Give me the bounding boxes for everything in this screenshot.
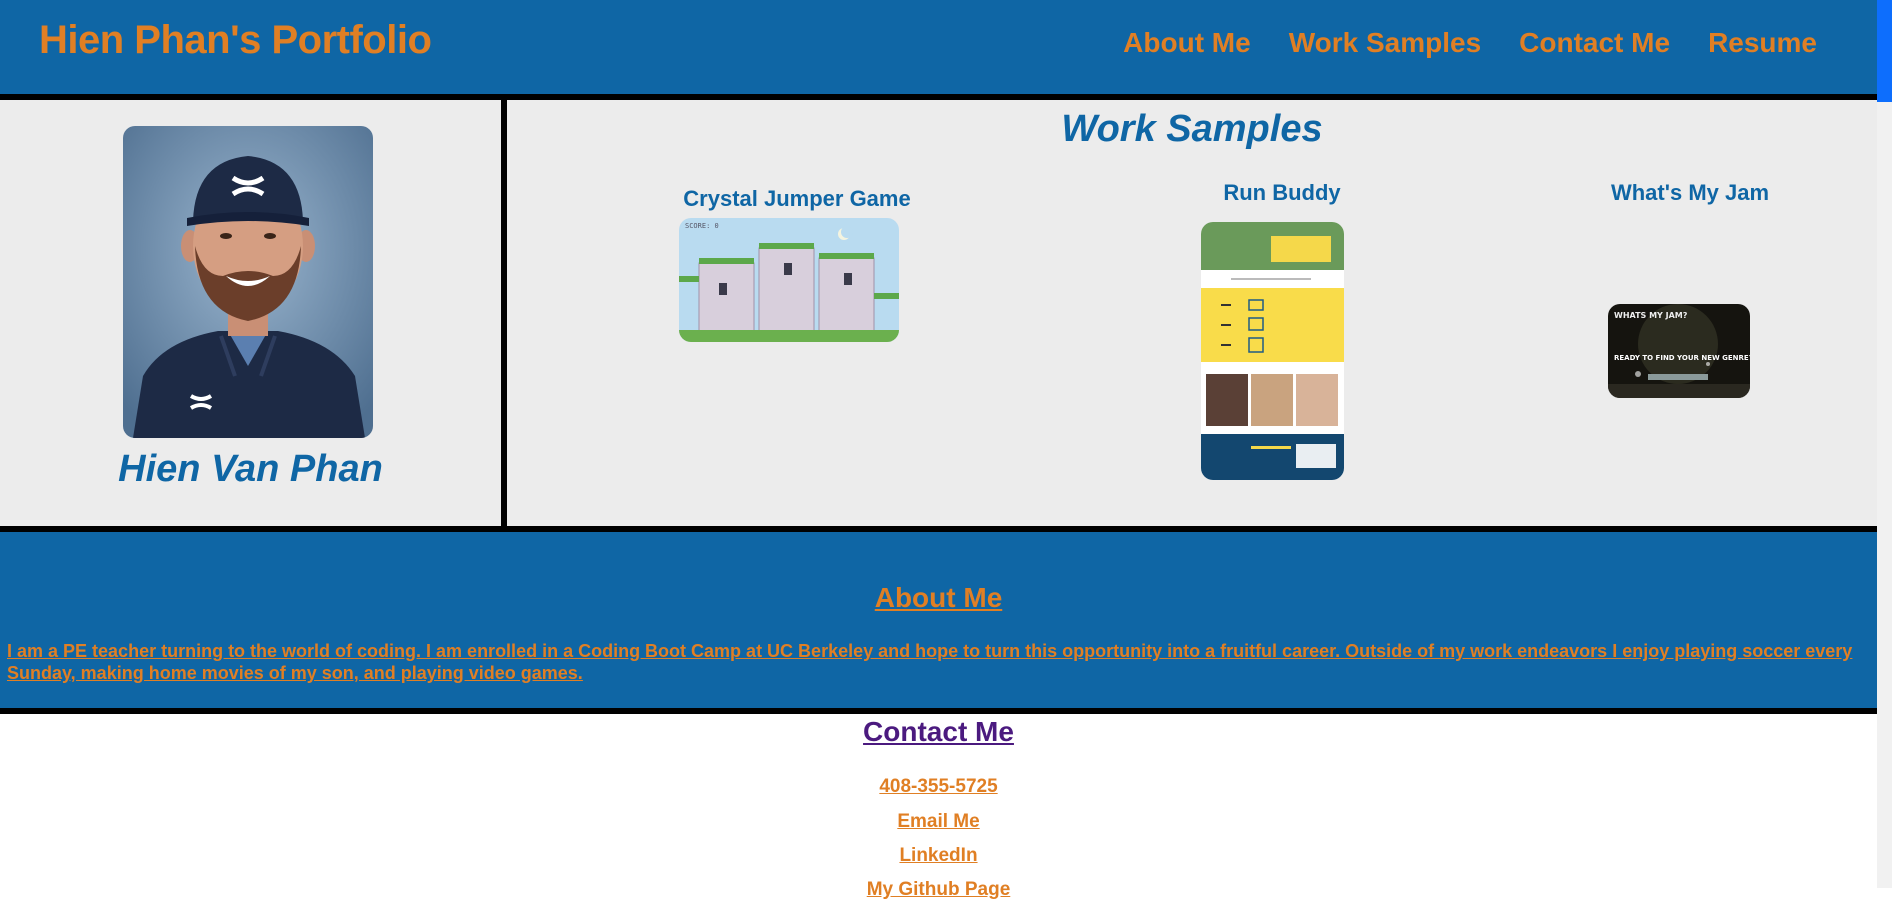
sample-title-crystal-jumper: Crystal Jumper Game [683, 186, 911, 211]
nav-work-samples[interactable]: Work Samples [1289, 27, 1481, 59]
contact-heading-link[interactable]: Contact Me [863, 716, 1014, 747]
thumb-whats-my-jam[interactable]: WHATS MY JAM? READY TO FIND YOUR NEW GEN… [1608, 304, 1750, 398]
site-header: Hien Phan's Portfolio About Me Work Samp… [0, 0, 1877, 100]
about-heading: About Me [0, 582, 1877, 614]
jam-logo-text: WHATS MY JAM? [1614, 311, 1688, 320]
contact-linkedin: LinkedIn [0, 845, 1877, 867]
site-title: Hien Phan's Portfolio [39, 18, 432, 62]
contact-github: My Github Page [0, 879, 1877, 901]
about-section: About Me I am a PE teacher turning to th… [0, 532, 1877, 714]
nav-about-me[interactable]: About Me [1123, 27, 1251, 59]
email-link[interactable]: Email Me [897, 811, 979, 832]
portfolio-page: Hien Phan's Portfolio About Me Work Samp… [0, 0, 1877, 900]
phone-link[interactable]: 408-355-5725 [879, 776, 997, 797]
sample-title-whats-my-jam: What's My Jam [1610, 180, 1770, 205]
about-heading-link[interactable]: About Me [875, 582, 1003, 613]
nav-resume[interactable]: Resume [1708, 27, 1817, 59]
linkedin-link[interactable]: LinkedIn [899, 845, 977, 866]
thumb-run-buddy[interactable] [1201, 222, 1344, 480]
about-text-link[interactable]: I am a PE teacher turning to the world o… [7, 641, 1852, 683]
about-text: I am a PE teacher turning to the world o… [7, 640, 1857, 684]
jam-hero-text: READY TO FIND YOUR NEW GENRE? [1614, 354, 1750, 362]
sample-title-run-buddy: Run Buddy [1223, 180, 1341, 205]
scrollbar[interactable] [1877, 0, 1892, 888]
profile-name: Hien Van Phan [118, 448, 383, 490]
work-samples-panel: Work Samples Crystal Jumper Game SCORE: … [507, 100, 1877, 526]
github-link[interactable]: My Github Page [867, 879, 1011, 900]
main-nav: About Me Work Samples Contact Me Resume [1123, 27, 1817, 59]
nav-contact-me[interactable]: Contact Me [1519, 27, 1670, 59]
contact-section: Contact Me 408-355-5725 Email Me LinkedI… [0, 714, 1877, 900]
contact-phone: 408-355-5725 [0, 776, 1877, 798]
contact-email: Email Me [0, 811, 1877, 833]
scrollbar-thumb[interactable] [1877, 0, 1892, 102]
work-samples-heading: Work Samples [1061, 108, 1323, 150]
profile-photo [123, 126, 373, 438]
thumb-crystal-jumper[interactable]: SCORE: 0 [679, 218, 899, 342]
contact-heading: Contact Me [0, 716, 1877, 748]
profile-panel: Hien Van Phan [0, 100, 507, 526]
hero-section: Hien Van Phan Work Samples Crystal Jumpe… [0, 100, 1877, 532]
crystal-jumper-score: SCORE: 0 [685, 222, 719, 230]
